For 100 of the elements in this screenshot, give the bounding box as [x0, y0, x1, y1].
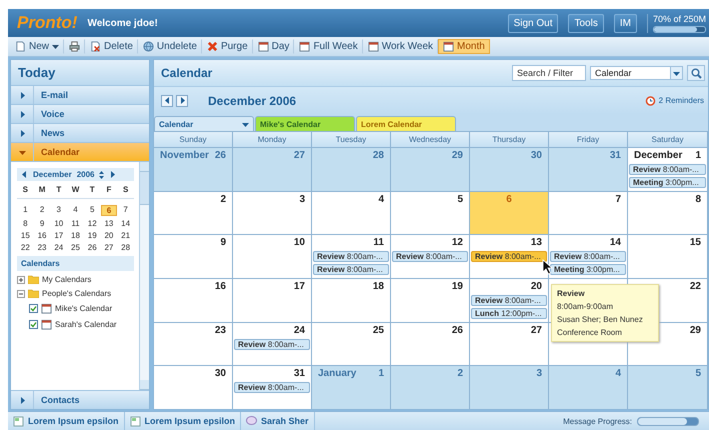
day-cell[interactable]: 31 [549, 147, 628, 191]
day-cell[interactable]: 16 [154, 278, 233, 322]
calendar-list-item[interactable]: Sarah's Calendar [55, 320, 117, 329]
calendar-event[interactable]: Review 8:00am-... [234, 382, 310, 394]
tree-item[interactable]: My Calendars [42, 275, 92, 284]
day-cell[interactable]: 15 [628, 234, 708, 278]
reminders-link[interactable]: 2 Reminders [658, 96, 704, 105]
search-field[interactable]: Search / Filter [512, 65, 586, 81]
day-cell[interactable]: 17 [233, 278, 312, 322]
taskbar-item[interactable]: Lorem Ipsum epsilon [124, 412, 242, 430]
sidebar-section[interactable]: E-mail [11, 85, 149, 104]
checkbox[interactable] [29, 304, 38, 313]
day-cell[interactable]: 3 [470, 365, 549, 409]
day-cell[interactable]: 4 [549, 365, 628, 409]
sidebar-section[interactable]: Contacts [11, 390, 149, 409]
calendar-event[interactable]: Review 8:00am-... [313, 264, 389, 276]
day-cell[interactable]: 30 [154, 365, 233, 409]
calendar-event[interactable]: Review 8:00am-... [471, 295, 547, 306]
day-cell[interactable]: 12 Review 8:00am-... [391, 234, 470, 278]
day-cell[interactable]: 8 [628, 190, 708, 234]
mini-calendar-day[interactable]: 9 [34, 219, 50, 228]
day-cell[interactable]: 29 [391, 147, 470, 191]
sidebar-section[interactable]: News [11, 123, 149, 142]
tree-item[interactable]: People's Calendars [42, 289, 112, 298]
mini-calendar-day[interactable]: 27 [100, 243, 118, 252]
day-cell[interactable]: 2 [154, 190, 233, 234]
day-cell[interactable]: 28 [312, 147, 391, 191]
mini-calendar-day[interactable]: 7 [117, 205, 134, 216]
header-button[interactable]: Sign Out [508, 14, 558, 32]
calendar-event[interactable]: Meeting 3:00pm... [629, 177, 706, 188]
mini-calendar-day[interactable]: 12 [84, 219, 101, 228]
day-cell[interactable]: November 26 [154, 147, 233, 191]
mini-calendar-day[interactable]: 14 [117, 219, 134, 228]
header-button[interactable]: IM [614, 14, 637, 32]
calendar-event[interactable]: Lunch 12:00pm-... [471, 308, 547, 319]
header-button[interactable]: Tools [568, 14, 604, 32]
calendar-tab[interactable]: Mike's Calendar [255, 116, 355, 131]
calendar-event[interactable]: Meeting 3:00pm... [550, 264, 626, 276]
day-cell[interactable]: December 1 Review 8:00am-... Meeting 3:00pm... [628, 147, 708, 191]
day-cell[interactable]: 30 [470, 147, 549, 191]
mini-calendar-day[interactable]: 17 [50, 231, 68, 240]
day-cell[interactable]: 4 [312, 190, 391, 234]
day-cell[interactable]: January 1 [312, 365, 391, 409]
day-cell[interactable]: 24 Review 8:00am-... [233, 322, 312, 366]
day-cell[interactable]: 9 [154, 234, 233, 278]
mini-calendar-day[interactable]: 16 [34, 231, 50, 240]
day-cell[interactable]: 13 Review 8:00am-... [470, 234, 549, 278]
mini-calendar-day[interactable]: 28 [117, 243, 134, 252]
mini-calendar-day[interactable]: 20 [100, 231, 118, 240]
calendar-event[interactable]: Review 8:00am-... [629, 164, 706, 175]
taskbar-item[interactable]: Sarah Sher [241, 412, 315, 430]
collapse-icon[interactable] [17, 290, 25, 298]
day-cell[interactable]: 23 [154, 322, 233, 366]
expand-icon[interactable] [17, 276, 25, 284]
mini-calendar-day[interactable]: 10 [50, 219, 68, 228]
calendar-tab[interactable]: Lorem Calendar [356, 116, 456, 131]
toolbar-button[interactable]: Month [438, 39, 490, 54]
calendar-event[interactable]: Review 8:00am-... [313, 251, 389, 262]
day-cell[interactable]: 3 [233, 190, 312, 234]
scrollbar[interactable] [139, 162, 149, 390]
calendar-event[interactable]: Review 8:00am-... [234, 338, 310, 350]
toolbar-button[interactable]: Purge [202, 39, 253, 54]
mini-calendar-day[interactable]: 19 [84, 231, 101, 240]
mini-calendar-day[interactable]: 8 [17, 219, 34, 228]
calendar-list-item[interactable]: Mike's Calendar [55, 304, 112, 313]
mini-calendar-day[interactable]: 5 [84, 205, 101, 216]
mini-calendar-day[interactable]: 24 [50, 243, 68, 252]
toolbar-button[interactable]: Day [252, 39, 294, 54]
scope-dropdown[interactable]: Calendar [590, 66, 683, 80]
mini-calendar-day[interactable]: 15 [17, 231, 34, 240]
day-cell[interactable]: 11 Review 8:00am-... Review 8:00am-... [312, 234, 391, 278]
mini-calendar-day[interactable]: 26 [84, 243, 101, 252]
sidebar-section[interactable]: Calendar [11, 142, 149, 161]
mini-calendar-day[interactable]: 2 [34, 205, 50, 216]
day-cell[interactable]: 18 [312, 278, 391, 322]
toolbar-button[interactable]: Delete [85, 39, 138, 54]
mini-calendar-day[interactable]: 21 [117, 231, 134, 240]
taskbar-item[interactable]: Lorem Ipsum epsilon [8, 412, 125, 430]
next-month-button[interactable] [176, 94, 188, 106]
checkbox[interactable] [29, 320, 38, 329]
day-cell[interactable]: 20 Review 8:00am-... Lunch 12:00pm-... [470, 278, 549, 322]
day-cell[interactable]: 14 Review 8:00am-... Meeting 3:00pm... [549, 234, 628, 278]
day-cell[interactable]: 2 [391, 365, 470, 409]
mini-calendar-day[interactable]: 11 [67, 219, 84, 228]
day-cell[interactable]: 10 [233, 234, 312, 278]
toolbar-button[interactable]: Undelete [138, 39, 202, 54]
mini-calendar-day[interactable]: 25 [67, 243, 84, 252]
previous-month-button[interactable] [161, 94, 173, 106]
mini-calendar-day[interactable]: 18 [67, 231, 84, 240]
mini-calendar-day[interactable]: 22 [17, 243, 34, 252]
day-cell[interactable]: 7 [549, 190, 628, 234]
day-cell[interactable]: 27 [233, 147, 312, 191]
day-cell[interactable]: 5 [628, 365, 708, 409]
day-cell[interactable]: 19 [391, 278, 470, 322]
mini-calendar-day[interactable]: 1 [17, 205, 34, 216]
mini-calendar-day[interactable]: 3 [50, 205, 68, 216]
mini-calendar-day[interactable]: 13 [100, 219, 118, 228]
spinner-icon[interactable] [99, 170, 104, 178]
day-cell[interactable]: 31 Review 8:00am-... [233, 365, 312, 409]
mini-calendar-day[interactable]: 4 [67, 205, 84, 216]
